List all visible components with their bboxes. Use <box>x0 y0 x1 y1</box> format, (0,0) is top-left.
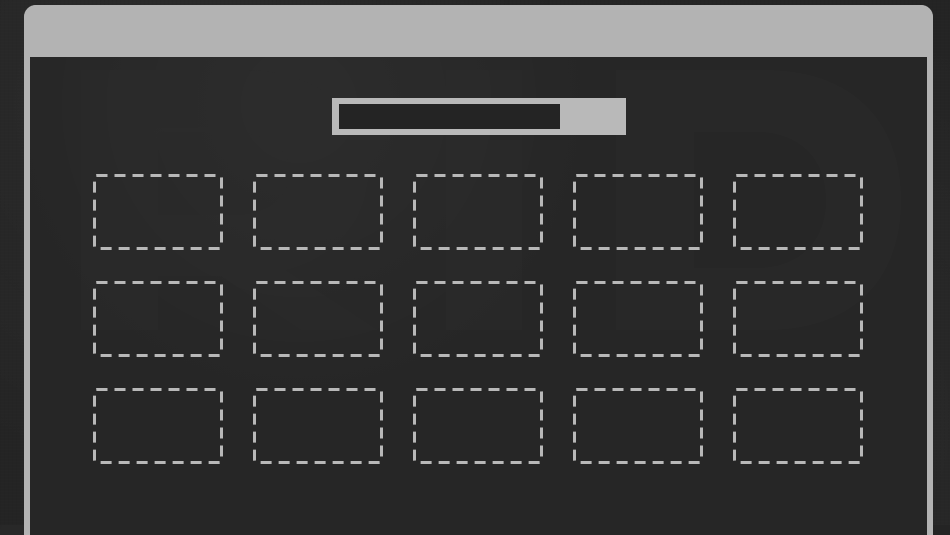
empty-slot[interactable] <box>413 174 543 250</box>
dashed-slot-outline <box>93 281 223 357</box>
empty-slot[interactable] <box>93 281 223 357</box>
dashed-slot-outline <box>573 281 703 357</box>
dashed-slot-outline <box>253 281 383 357</box>
dashed-slot-outline <box>93 388 223 464</box>
dashed-slot-outline <box>413 281 543 357</box>
slot-grid <box>93 174 867 468</box>
dashed-slot-outline <box>253 174 383 250</box>
dashed-slot-outline <box>93 174 223 250</box>
empty-slot[interactable] <box>733 281 863 357</box>
empty-slot[interactable] <box>253 388 383 464</box>
dashed-slot-outline <box>573 388 703 464</box>
empty-slot[interactable] <box>413 281 543 357</box>
empty-slot[interactable] <box>253 174 383 250</box>
empty-slot[interactable] <box>413 388 543 464</box>
app-window <box>24 5 933 535</box>
dashed-slot-outline <box>733 388 863 464</box>
empty-slot[interactable] <box>573 174 703 250</box>
window-titlebar <box>24 5 933 57</box>
dashed-slot-outline <box>413 174 543 250</box>
empty-slot[interactable] <box>733 174 863 250</box>
dashed-slot-outline <box>413 388 543 464</box>
progress-track <box>339 104 561 129</box>
empty-slot[interactable] <box>573 388 703 464</box>
dashed-slot-outline <box>573 174 703 250</box>
empty-slot[interactable] <box>93 174 223 250</box>
dashed-slot-outline <box>733 174 863 250</box>
progress-bar <box>332 98 626 135</box>
empty-slot[interactable] <box>93 388 223 464</box>
empty-slot[interactable] <box>573 281 703 357</box>
dashed-slot-outline <box>253 388 383 464</box>
empty-slot[interactable] <box>733 388 863 464</box>
window-content <box>30 57 927 535</box>
dashed-slot-outline <box>733 281 863 357</box>
empty-slot[interactable] <box>253 281 383 357</box>
